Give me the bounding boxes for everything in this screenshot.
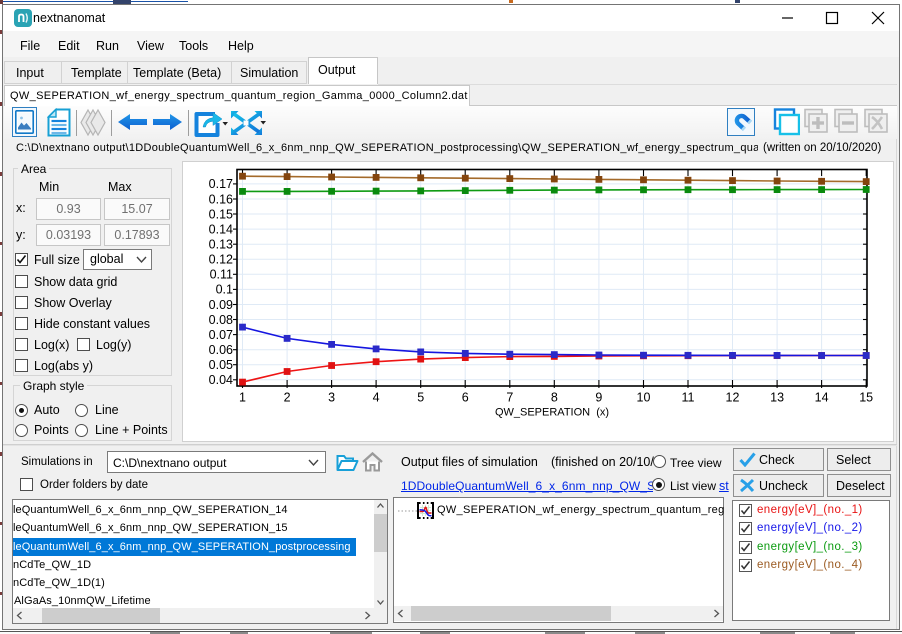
svg-text:0.17: 0.17 [209, 177, 233, 191]
svg-text:12: 12 [726, 391, 740, 405]
svg-text:0.04: 0.04 [209, 373, 233, 387]
svg-text:11: 11 [682, 391, 695, 405]
svg-text:13: 13 [770, 391, 784, 405]
svg-text:4: 4 [373, 391, 380, 405]
svg-text:0.1: 0.1 [216, 283, 233, 297]
svg-text:0.12: 0.12 [209, 253, 233, 267]
svg-text:0.15: 0.15 [209, 207, 233, 221]
svg-text:0.16: 0.16 [209, 192, 233, 206]
svg-text:3: 3 [328, 391, 335, 405]
svg-text:9: 9 [595, 391, 602, 405]
svg-text:2: 2 [284, 391, 291, 405]
svg-text:0.11: 0.11 [210, 268, 233, 282]
svg-text:0.05: 0.05 [209, 358, 233, 372]
svg-text:0.06: 0.06 [209, 343, 233, 357]
svg-text:6: 6 [462, 391, 469, 405]
svg-text:0.07: 0.07 [209, 328, 233, 342]
svg-text:15: 15 [859, 391, 873, 405]
svg-text:0.14: 0.14 [209, 222, 233, 236]
svg-text:5: 5 [417, 391, 424, 405]
svg-text:0.09: 0.09 [209, 298, 233, 312]
svg-text:10: 10 [637, 391, 651, 405]
svg-text:14: 14 [815, 391, 829, 405]
svg-text:8: 8 [551, 391, 558, 405]
svg-text:7: 7 [506, 391, 513, 405]
svg-text:1: 1 [239, 391, 246, 405]
svg-text:0.13: 0.13 [209, 238, 233, 252]
svg-text:QW_SEPERATION (x): QW_SEPERATION (x) [495, 407, 609, 419]
svg-text:0.08: 0.08 [209, 313, 233, 327]
